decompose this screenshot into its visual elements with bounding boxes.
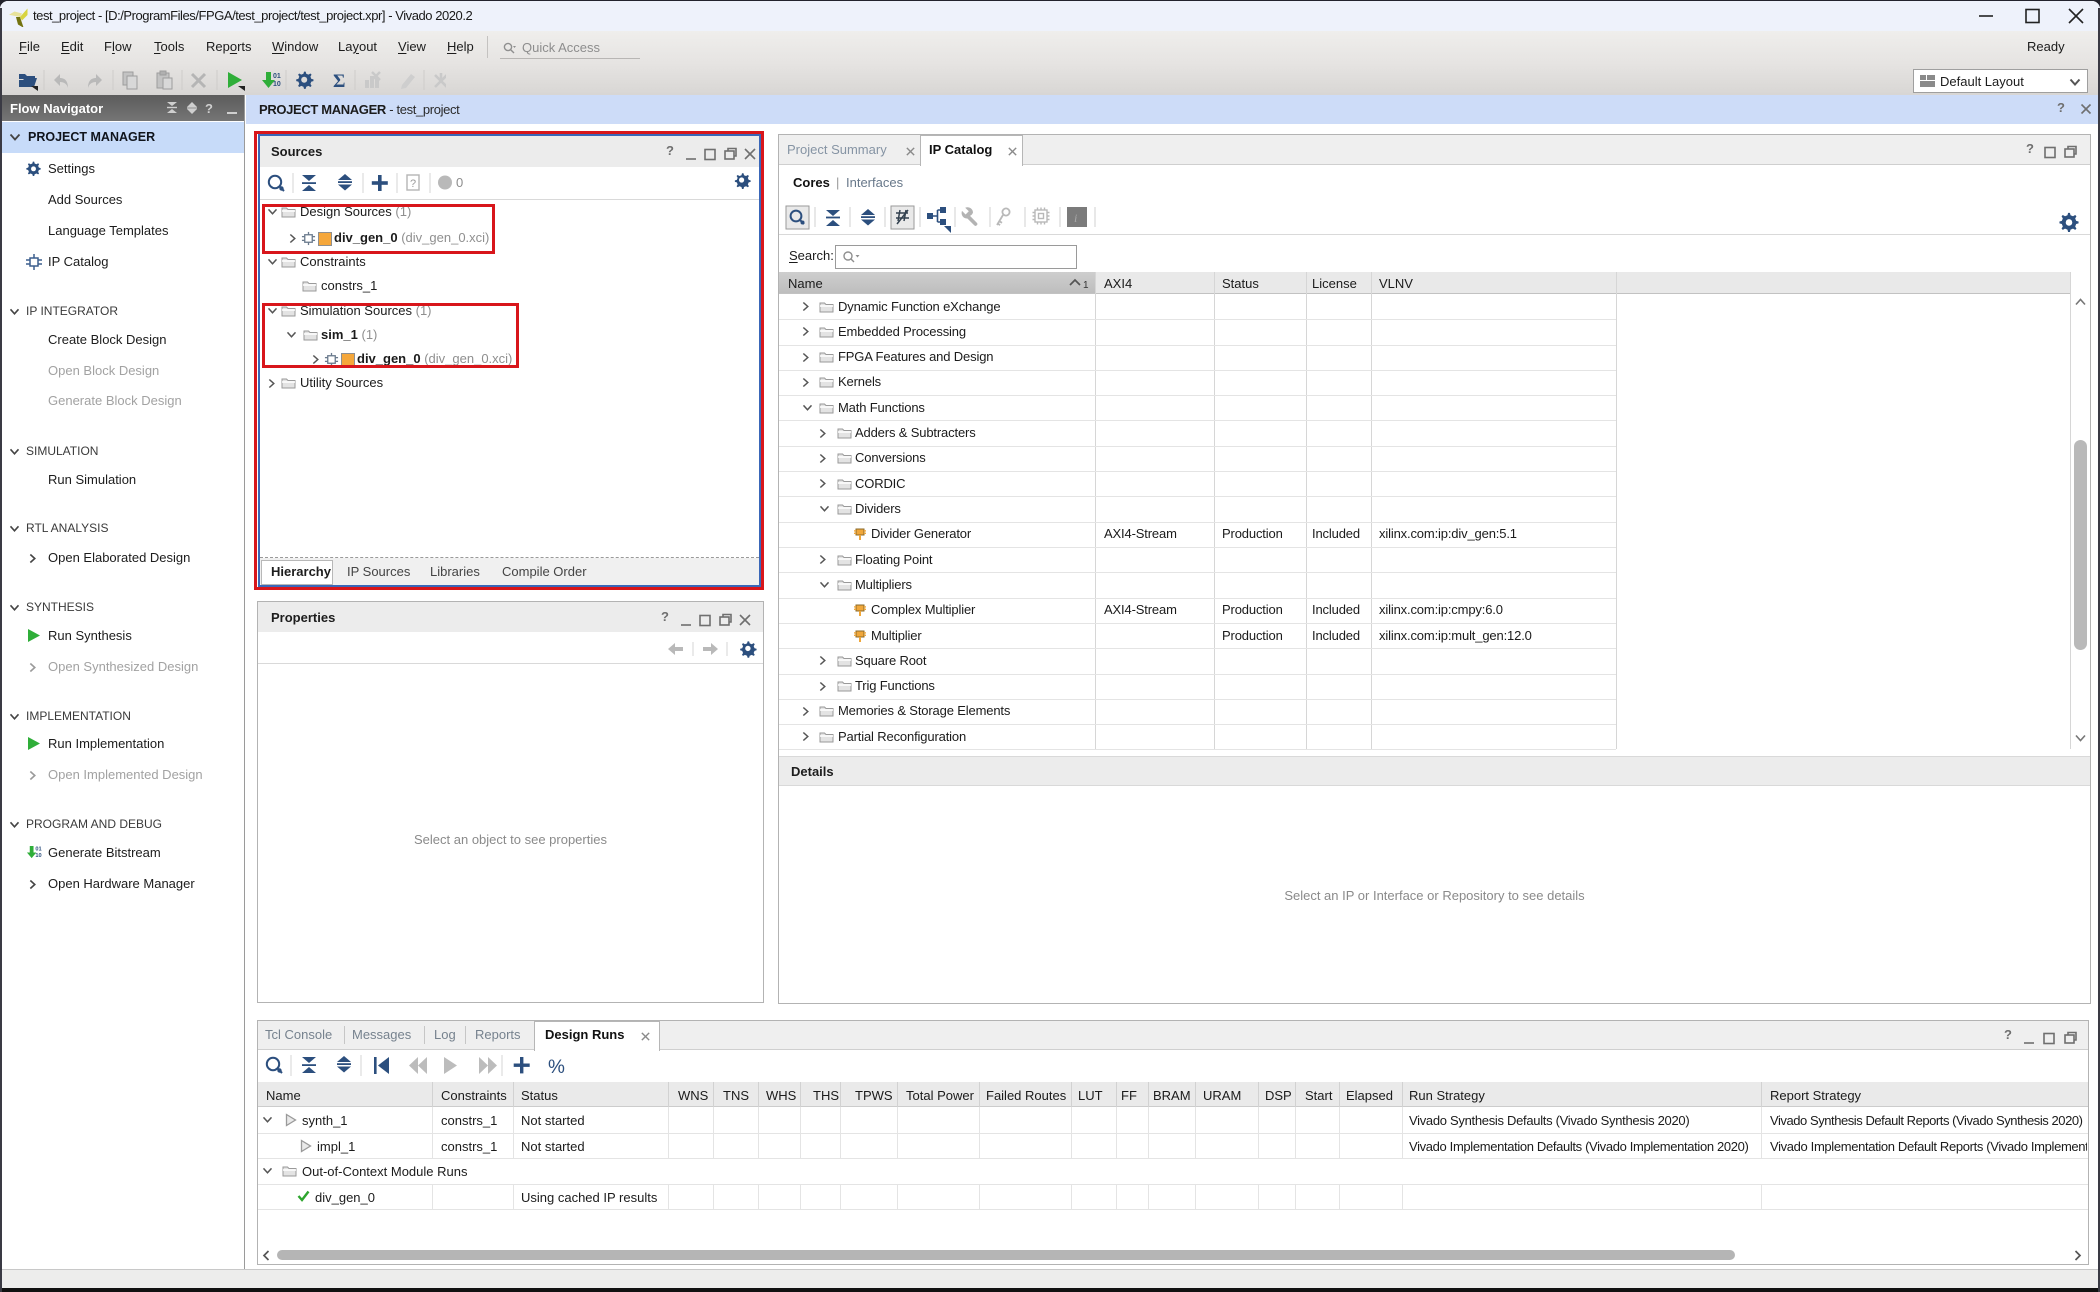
svg-text:?: ? [410,178,416,190]
svg-text:1: 1 [1083,280,1089,290]
svg-text:%: % [548,1057,565,1078]
svg-text:Σ: Σ [333,71,345,92]
svg-text:01: 01 [273,73,281,80]
svg-text:?: ? [205,101,213,115]
svg-text:10: 10 [273,81,281,88]
svg-text:i: i [1074,211,1077,225]
svg-text:01: 01 [35,847,41,853]
svg-text:0: 0 [456,175,463,190]
svg-text:10: 10 [35,853,41,859]
